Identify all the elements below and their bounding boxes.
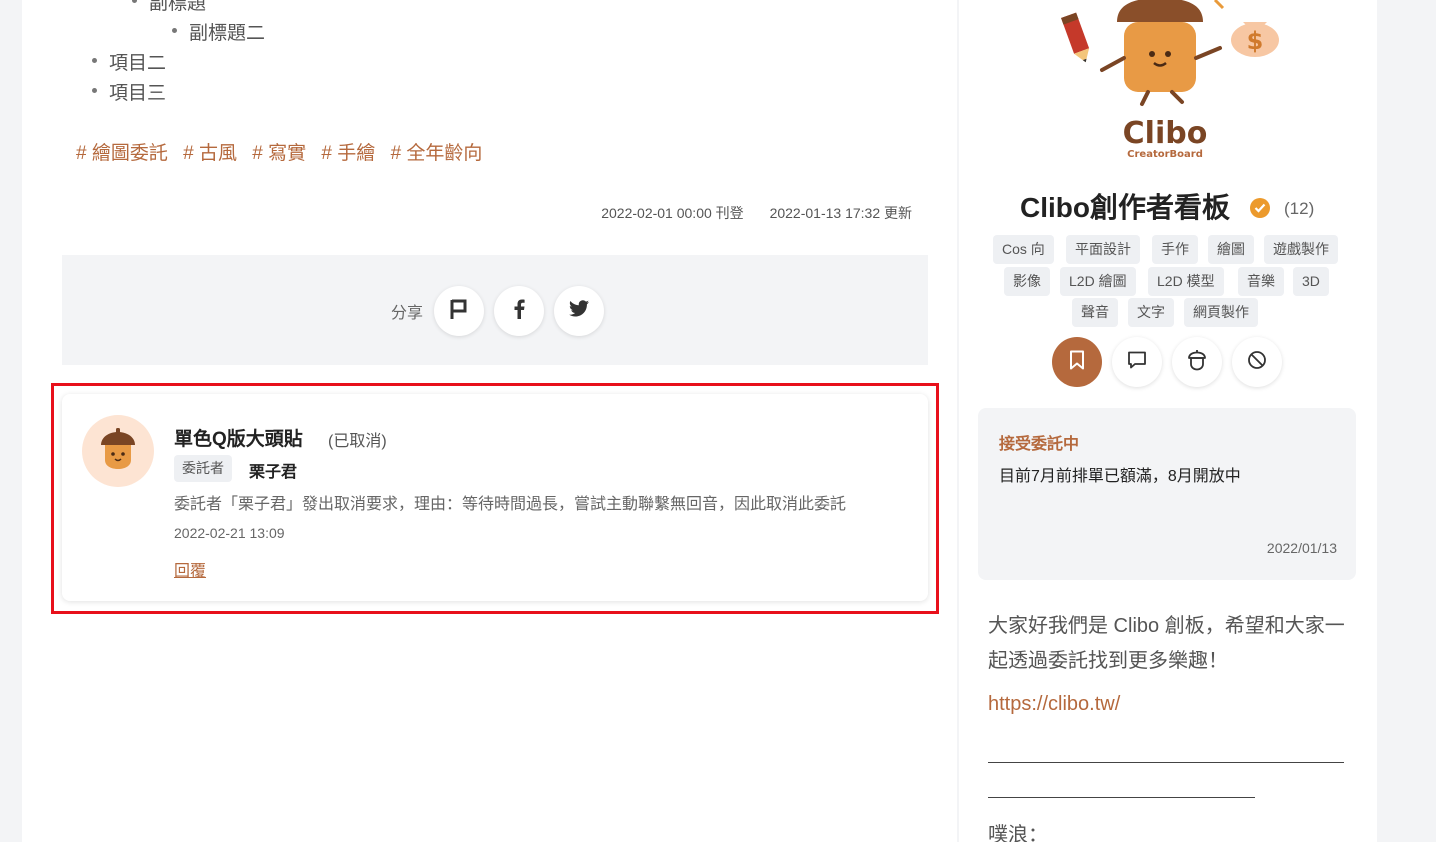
article-meta: 2022-02-01 00:00 刊登 2022-01-13 17:32 更新 xyxy=(601,203,912,223)
list-item: 項目二 xyxy=(92,48,166,75)
category-chip[interactable]: L2D 模型 xyxy=(1148,267,1224,296)
hashtag-link[interactable]: # 繪圖委託 xyxy=(76,143,168,164)
comment-text: 委託者「栗子君」發出取消要求，理由：等待時間過長，嘗試主動聯繫無回音，因此取消此… xyxy=(174,496,847,513)
divider xyxy=(988,797,1255,798)
category-chip[interactable]: 繪圖 xyxy=(1208,235,1254,264)
logo-text: Clibo xyxy=(1123,116,1208,151)
rating-count: (12) xyxy=(1284,199,1315,218)
hashtag-list: # 繪圖委託 # 古風 # 寫實 # 手繪 # 全年齡向 xyxy=(76,138,492,165)
hashtag-link[interactable]: # 全年齡向 xyxy=(391,143,483,164)
bullet-dot-icon xyxy=(92,88,97,94)
logo-subtext: CreatorBoard xyxy=(1127,149,1203,160)
verified-icon xyxy=(1250,198,1270,218)
report-button[interactable] xyxy=(434,286,484,336)
category-chip[interactable]: 網頁製作 xyxy=(1184,298,1258,327)
acorn-avatar-icon xyxy=(97,427,139,476)
block-button[interactable] xyxy=(1232,337,1282,387)
report-flag-icon xyxy=(449,298,469,325)
category-chip[interactable]: Cos 向 xyxy=(993,235,1054,264)
plurk-label: 噗浪： xyxy=(988,824,1048,842)
facebook-share-button[interactable] xyxy=(494,286,544,336)
list-item: 副標題 xyxy=(132,0,206,15)
category-chip[interactable]: 平面設計 xyxy=(1066,235,1140,264)
published-date: 2022-02-01 00:00 刊登 xyxy=(601,205,744,221)
status-badge: (已取消) xyxy=(328,433,387,450)
bookmark-button[interactable] xyxy=(1052,337,1102,387)
notice-title: 接受委託中 xyxy=(999,436,1080,453)
category-chip[interactable]: 影像 xyxy=(1004,267,1050,296)
commission-comment-card: 單色Q版大頭貼 (已取消) 委託者 栗子君 委託者「栗子君」發出取消要求，理由：… xyxy=(62,394,928,601)
list-item: 項目三 xyxy=(92,78,166,105)
bullet-dot-icon xyxy=(132,0,137,4)
twitter-share-button[interactable] xyxy=(554,286,604,336)
share-label: 分享 xyxy=(391,305,424,322)
updated-date: 2022-01-13 17:32 更新 xyxy=(769,205,912,221)
category-chip[interactable]: 聲音 xyxy=(1072,298,1118,327)
share-bar: 分享 xyxy=(62,255,928,365)
commission-title[interactable]: 單色Q版大頭貼 xyxy=(174,424,303,451)
message-button[interactable] xyxy=(1112,337,1162,387)
category-chip[interactable]: 遊戲製作 xyxy=(1264,235,1338,264)
creator-logo: $ Clibo CreatorBoard xyxy=(1040,0,1290,165)
notice-text: 目前7月前排單已額滿，8月開放中 xyxy=(999,468,1241,485)
category-chip[interactable]: L2D 繪圖 xyxy=(1060,267,1136,296)
acorn-icon xyxy=(1187,349,1207,376)
category-chip[interactable]: 文字 xyxy=(1128,298,1174,327)
hashtag-link[interactable]: # 寫實 xyxy=(252,143,306,164)
twitter-icon xyxy=(569,300,589,322)
creator-name: Clibo創作者看板 xyxy=(1020,192,1230,223)
hashtag-link[interactable]: # 手繪 xyxy=(321,143,375,164)
notice-date: 2022/01/13 xyxy=(1266,540,1337,556)
comment-timestamp: 2022-02-21 13:09 xyxy=(174,525,285,541)
category-chip[interactable]: 3D xyxy=(1293,267,1329,296)
role-badge: 委託者 xyxy=(174,455,232,482)
commission-status-box: 接受委託中 目前7月前排單已額滿，8月開放中 2022/01/13 xyxy=(978,408,1356,580)
bullet-dot-icon xyxy=(172,28,177,34)
category-chip[interactable]: 手作 xyxy=(1152,235,1198,264)
category-chip[interactable]: 音樂 xyxy=(1238,267,1284,296)
list-item: 副標題二 xyxy=(172,18,265,45)
hashtag-link[interactable]: # 古風 xyxy=(183,143,237,164)
avatar[interactable] xyxy=(82,415,154,487)
message-icon xyxy=(1127,350,1147,375)
svg-text:$: $ xyxy=(1247,27,1264,55)
block-icon xyxy=(1247,350,1267,375)
support-button[interactable] xyxy=(1172,337,1222,387)
commenter-name[interactable]: 栗子君 xyxy=(249,458,297,482)
divider xyxy=(988,762,1344,763)
facebook-icon xyxy=(513,299,525,324)
bullet-dot-icon xyxy=(92,58,97,64)
bookmark-icon xyxy=(1069,350,1085,375)
website-link[interactable]: https://clibo.tw/ xyxy=(988,693,1120,716)
creator-intro: 大家好我們是 Clibo 創板，希望和大家一起透過委託找到更多樂趣！ xyxy=(988,615,1345,672)
reply-link[interactable]: 回覆 xyxy=(174,557,206,581)
